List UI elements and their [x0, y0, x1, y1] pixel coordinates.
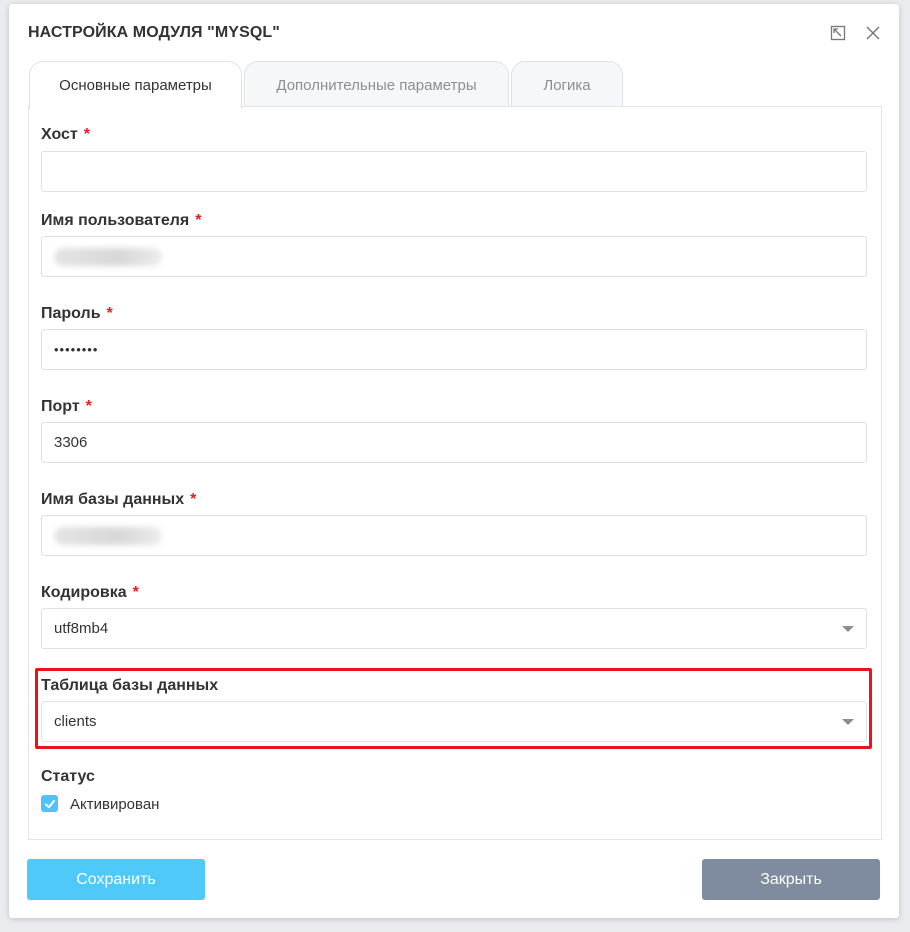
dbname-label: Имя базы данных *: [41, 491, 197, 508]
activated-checkbox[interactable]: [41, 795, 58, 812]
password-label: Пароль *: [41, 305, 113, 322]
highlight-frame: [35, 668, 872, 749]
activated-label: Активирован: [70, 796, 160, 813]
username-label: Имя пользователя *: [41, 212, 202, 229]
redacted-value: [54, 526, 162, 545]
port-label: Порт *: [41, 398, 92, 415]
tab-logic[interactable]: Логика: [511, 61, 623, 108]
status-label: Статус: [41, 768, 95, 785]
close-icon[interactable]: [864, 24, 882, 42]
encoding-label: Кодировка *: [41, 584, 139, 601]
close-button[interactable]: Закрыть: [702, 859, 880, 900]
host-input[interactable]: [41, 151, 867, 192]
dialog-title: НАСТРОЙКА МОДУЛЯ "MYSQL": [28, 24, 280, 41]
redacted-value: [54, 247, 162, 266]
maximize-icon[interactable]: [829, 24, 847, 42]
chevron-down-icon: [842, 626, 854, 632]
username-input[interactable]: [41, 236, 867, 277]
module-settings-dialog: НАСТРОЙКА МОДУЛЯ "MYSQL" Основные параме…: [9, 4, 899, 918]
tab-basic-params[interactable]: Основные параметры: [29, 61, 242, 109]
port-input[interactable]: 3306: [41, 422, 867, 463]
dbname-input[interactable]: [41, 515, 867, 556]
save-button[interactable]: Сохранить: [27, 859, 205, 900]
host-label: Хост *: [41, 126, 90, 143]
check-icon: [44, 799, 55, 808]
password-input[interactable]: ••••••••: [41, 329, 867, 370]
tab-additional-params[interactable]: Дополнительные параметры: [244, 61, 509, 108]
encoding-select[interactable]: utf8mb4: [41, 608, 867, 649]
